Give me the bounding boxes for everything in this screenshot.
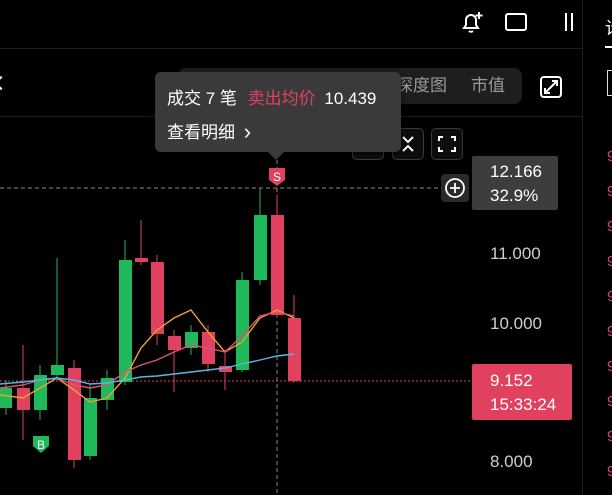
sell-avg-label: 卖出均价 [247, 89, 316, 108]
sell-marker: S [269, 168, 285, 186]
candle [135, 220, 148, 265]
back-arrow-icon[interactable] [0, 75, 9, 91]
right-panel-tab-underline [605, 46, 612, 48]
tooltip-arrow [268, 152, 284, 160]
crosshair-price: 12.166 [490, 162, 542, 181]
candle [51, 258, 64, 380]
right-panel-row: 9 [607, 183, 612, 200]
right-panel-row: 9 [607, 463, 612, 480]
expand-icon[interactable] [537, 73, 565, 101]
current-price-label: 9.152 15:33:24 [472, 364, 572, 420]
current-time: 15:33:24 [490, 395, 557, 414]
buy-marker: B [33, 436, 49, 453]
right-panel-row: 9 [607, 393, 612, 410]
candle [168, 330, 181, 392]
right-panel-row: 9 [607, 428, 612, 445]
candle [68, 360, 81, 468]
price-tick: 11.000 [490, 244, 541, 263]
crosshair-percent: 32.9% [490, 186, 539, 205]
chevron-right-icon: › [243, 119, 252, 144]
tab-depth[interactable]: 深度图 [396, 68, 447, 104]
candle [185, 325, 198, 355]
view-details-link[interactable]: 查看明细 › [167, 118, 251, 144]
candle [84, 385, 97, 460]
candle [17, 345, 30, 440]
price-tick: 10.000 [490, 314, 542, 333]
right-side-panel: 计 9 9 9 9 9 9 9 9 9 9 [582, 0, 612, 495]
right-panel-title[interactable]: 计 [605, 14, 612, 39]
candle [0, 380, 12, 415]
top-toolbar [0, 0, 582, 91]
buy-marker-label: B [37, 438, 45, 452]
ma-line-blue [0, 353, 295, 385]
candle [34, 365, 47, 420]
candle [119, 240, 132, 385]
trades-count: 成交 7 笔 [167, 89, 237, 108]
tooltip-summary: 成交 7 笔 卖出均价 10.439 [167, 84, 376, 109]
candle [151, 255, 164, 345]
right-panel-row: 9 [607, 218, 612, 235]
candle [219, 350, 232, 390]
right-panel-row: 9 [607, 253, 612, 270]
crosshair-price-label: 12.166 32.9% [472, 156, 558, 210]
add-alert-icon[interactable] [441, 174, 469, 202]
right-panel-row: 9 [607, 148, 612, 165]
view-details-label: 查看明细 [167, 123, 235, 142]
candlestick-chart[interactable]: S B [0, 120, 474, 495]
tab-market[interactable]: 市值 [471, 68, 505, 104]
right-panel-row: 9 [607, 323, 612, 340]
candle [288, 295, 301, 383]
sell-marker-label: S [273, 170, 281, 184]
menu-icon[interactable] [562, 8, 580, 36]
right-panel-row: 9 [607, 358, 612, 375]
trade-tooltip[interactable]: 成交 7 笔 卖出均价 10.439 查看明细 › [155, 72, 401, 152]
candle [254, 188, 267, 285]
bell-plus-icon[interactable] [458, 8, 486, 36]
candle [101, 370, 114, 410]
price-tick: 8.000 [490, 452, 533, 471]
candle [271, 195, 284, 318]
candle [236, 272, 249, 372]
current-price: 9.152 [490, 371, 533, 390]
sell-avg-value: 10.439 [324, 89, 377, 108]
fullscreen-icon[interactable] [431, 128, 463, 160]
right-panel-row: 9 [607, 288, 612, 305]
window-icon[interactable] [503, 9, 529, 35]
right-panel-box [607, 70, 612, 96]
